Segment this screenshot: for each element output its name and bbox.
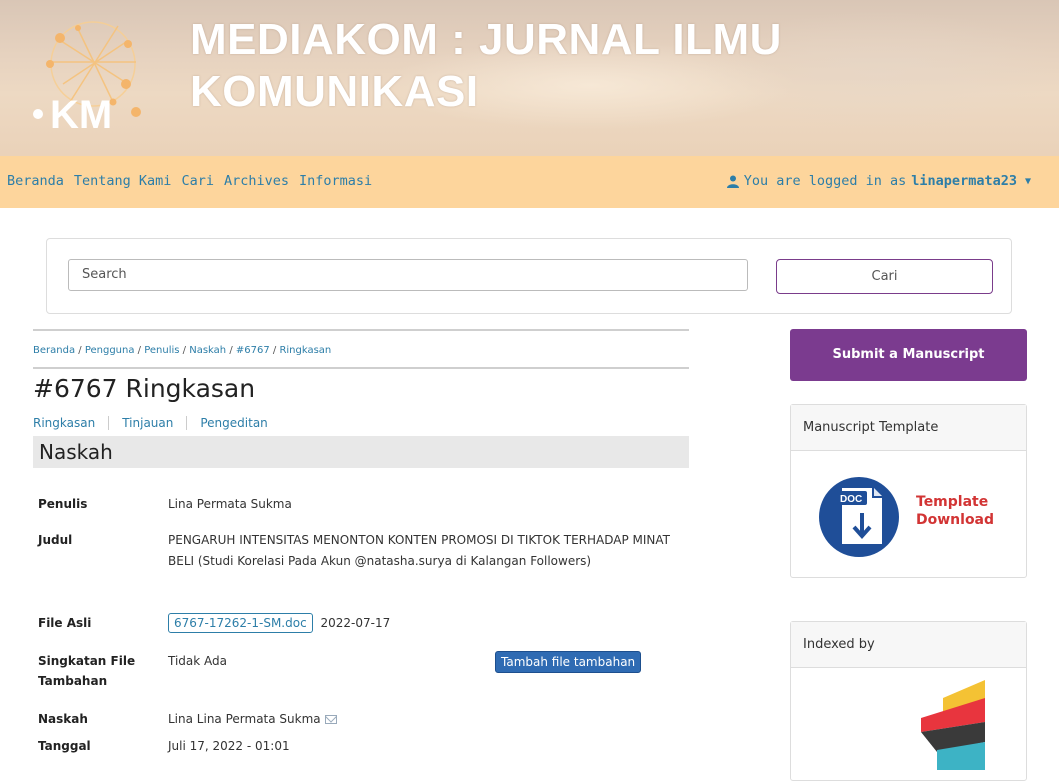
breadcrumb: Beranda / Pengguna / Penulis / Naskah / … [33, 345, 332, 356]
journal-logo[interactable]: KM [18, 14, 168, 144]
indexed-by-block: Indexed by [790, 621, 1027, 781]
nav-link-archives[interactable]: Archives [224, 173, 289, 189]
naskah-author: Lina Lina Permata Sukma [168, 712, 321, 726]
user-menu-prefix: You are logged in as [743, 173, 907, 189]
block-heading: Indexed by [791, 622, 1026, 668]
detail-value-judul: PENGARUH INTENSITAS MENONTON KONTEN PROM… [168, 533, 670, 568]
site-title-line2: KOMUNIKASI [190, 67, 479, 116]
breadcrumb-item[interactable]: Penulis [144, 345, 179, 356]
detail-value-penulis: Lina Permata Sukma [168, 497, 292, 511]
template-label-line1: Template [916, 494, 989, 510]
nav-link-informasi[interactable]: Informasi [299, 173, 372, 189]
template-download-label[interactable]: Template Download [916, 493, 994, 529]
detail-value-file-asli: 6767-17262-1-SM.doc 2022-07-17 [168, 613, 698, 634]
detail-label: Naskah [38, 712, 88, 726]
user-icon [726, 175, 739, 188]
user-menu-username: linapermata23 [911, 173, 1017, 189]
detail-value-singkatan: Tidak Ada Tambah file tambahan [168, 651, 698, 673]
search-button[interactable]: Cari [776, 259, 993, 294]
detail-value-naskah: Lina Lina Permata Sukma [168, 709, 698, 730]
nav-links: Beranda Tentang Kami Cari Archives Infor… [7, 173, 372, 189]
site-header: KM MEDIAKOM : JURNAL ILMU KOMUNIKASI [0, 0, 1059, 156]
site-title[interactable]: MEDIAKOM : JURNAL ILMU KOMUNIKASI [190, 14, 890, 118]
breadcrumb-item[interactable]: #6767 [236, 345, 270, 356]
logo-text: KM [50, 93, 112, 137]
file-date: 2022-07-17 [320, 616, 391, 630]
submission-tabs: Ringkasan Tinjauan Pengeditan [33, 416, 281, 430]
breadcrumb-item[interactable]: Beranda [33, 345, 75, 356]
email-icon[interactable] [324, 715, 337, 724]
detail-label: Judul [38, 533, 73, 547]
file-link[interactable]: 6767-17262-1-SM.doc [168, 613, 313, 633]
template-label-line2: Download [916, 512, 995, 528]
block-heading: Manuscript Template [791, 405, 1026, 451]
search-panel: Search Cari [46, 238, 1012, 314]
tab-pengeditan[interactable]: Pengeditan [186, 416, 280, 430]
detail-label: Tanggal [38, 739, 91, 753]
site-title-line1: MEDIAKOM : JURNAL ILMU [190, 15, 782, 64]
detail-label: Penulis [38, 497, 88, 511]
add-supplementary-file-button[interactable]: Tambah file tambahan [495, 651, 642, 673]
divider [33, 367, 689, 369]
nav-link-cari[interactable]: Cari [181, 173, 214, 189]
submit-manuscript-button[interactable]: Submit a Manuscript [790, 329, 1027, 381]
search-input[interactable]: Search [68, 259, 748, 291]
doc-badge: DOC [840, 494, 862, 505]
manuscript-template-block: Manuscript Template DOC Template Downloa… [790, 404, 1027, 578]
detail-label: Singkatan File Tambahan [38, 654, 136, 688]
section-heading: Naskah [33, 436, 689, 468]
divider [33, 329, 689, 331]
nav-link-tentang-kami[interactable]: Tentang Kami [74, 173, 172, 189]
user-menu[interactable]: You are logged in as linapermata23 ▼ [726, 173, 1031, 189]
breadcrumb-item[interactable]: Pengguna [85, 345, 135, 356]
detail-value-tanggal: Juli 17, 2022 - 01:01 [168, 739, 290, 753]
page-title: #6767 Ringkasan [33, 374, 256, 403]
detail-label: File Asli [38, 616, 92, 630]
breadcrumb-item[interactable]: Naskah [189, 345, 226, 356]
tab-tinjauan[interactable]: Tinjauan [108, 416, 186, 430]
singkatan-value: Tidak Ada [168, 654, 227, 668]
chevron-down-icon: ▼ [1024, 175, 1031, 187]
nav-link-beranda[interactable]: Beranda [7, 173, 64, 189]
main-navbar: Beranda Tentang Kami Cari Archives Infor… [0, 156, 1059, 208]
breadcrumb-item[interactable]: Ringkasan [279, 345, 331, 356]
sinta-logo-icon[interactable] [919, 680, 991, 770]
doc-download-icon[interactable]: DOC [815, 469, 911, 561]
tab-ringkasan[interactable]: Ringkasan [33, 416, 108, 430]
